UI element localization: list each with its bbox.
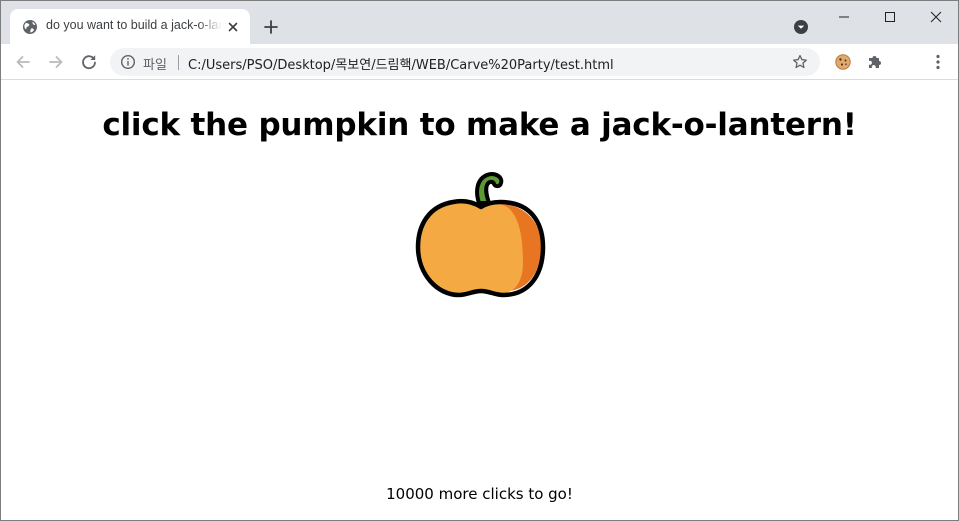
minimize-icon — [839, 16, 849, 18]
tab-search-icon[interactable] — [791, 17, 811, 37]
puzzle-icon[interactable] — [865, 52, 885, 72]
tab-active[interactable]: do you want to build a jack-o-lantern? — [10, 9, 250, 44]
address-bar[interactable]: 파일 C:/Users/PSO/Desktop/목보연/드림핵/WEB/Carv… — [110, 48, 820, 76]
tab-title: do you want to build a jack-o-lantern? — [46, 18, 222, 32]
reload-icon[interactable] — [79, 52, 99, 72]
clicks-remaining-text: 10000 more clicks to go! — [1, 485, 958, 503]
url-text[interactable]: C:/Users/PSO/Desktop/목보연/드림핵/WEB/Carve%2… — [188, 54, 614, 73]
page-content: click the pumpkin to make a jack-o-lante… — [1, 81, 958, 520]
close-tab-icon[interactable] — [225, 19, 241, 35]
tab-strip: do you want to build a jack-o-lantern? — [1, 1, 958, 44]
url-scheme-label: 파일 — [143, 58, 167, 73]
browser-toolbar: 파일 C:/Users/PSO/Desktop/목보연/드림핵/WEB/Carv… — [1, 44, 958, 80]
close-window-button[interactable] — [913, 1, 958, 33]
cookie-icon[interactable] — [833, 52, 853, 72]
page-heading: click the pumpkin to make a jack-o-lante… — [102, 107, 857, 143]
bookmark-star-icon[interactable] — [792, 54, 808, 70]
pumpkin-icon[interactable] — [415, 171, 547, 299]
maximize-button[interactable] — [867, 1, 913, 33]
clicks-remaining-count: 10000 — [386, 485, 434, 503]
globe-icon — [23, 20, 37, 34]
maximize-icon — [885, 12, 895, 22]
clicks-remaining-suffix: more clicks to go! — [433, 485, 573, 503]
minimize-button[interactable] — [821, 1, 867, 33]
back-arrow-icon[interactable] — [13, 52, 33, 72]
forward-arrow-icon[interactable] — [46, 52, 66, 72]
more-vertical-icon[interactable] — [928, 52, 948, 72]
url-separator — [178, 55, 179, 70]
info-icon[interactable] — [120, 54, 136, 70]
browser-window: do you want to build a jack-o-lantern? — [0, 0, 959, 521]
close-icon — [930, 11, 942, 23]
new-tab-icon[interactable] — [261, 17, 281, 37]
